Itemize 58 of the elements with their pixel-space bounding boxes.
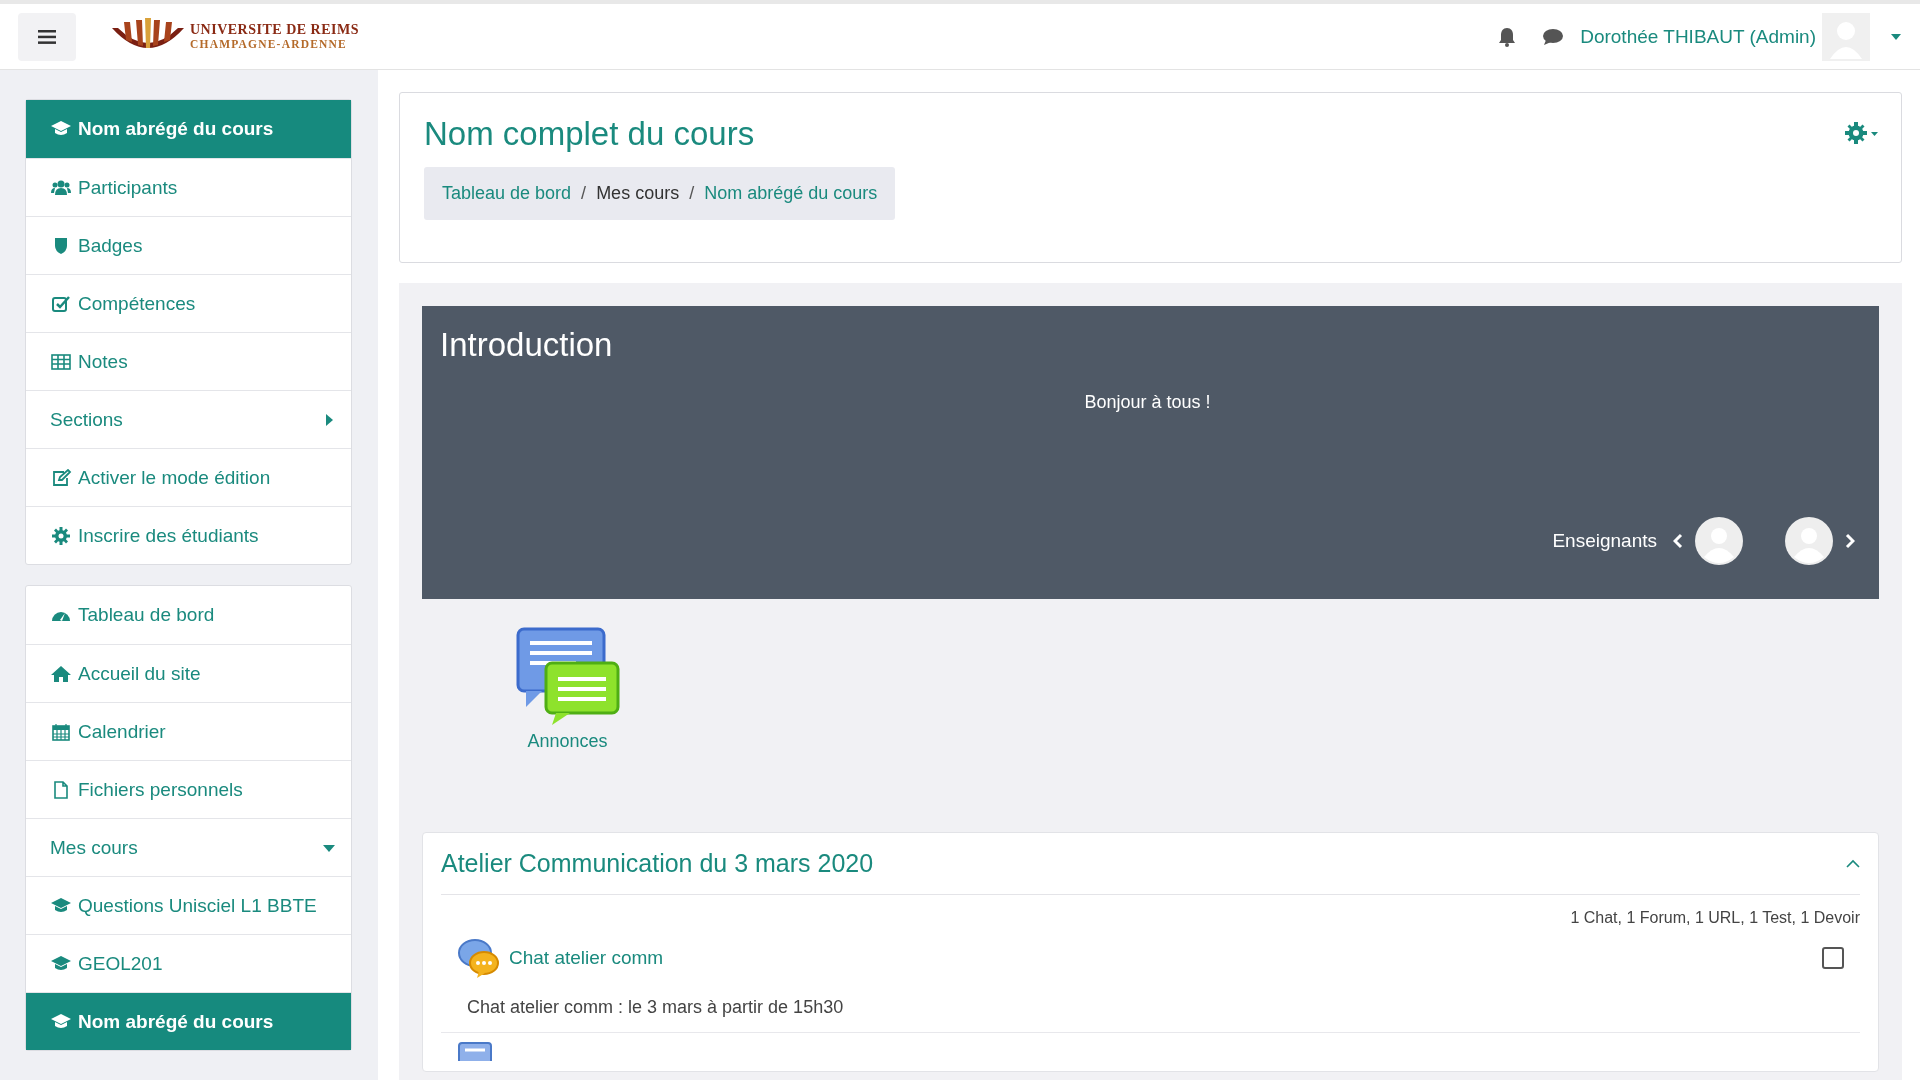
graduation-cap-icon <box>50 896 72 915</box>
speech-bubbles-icon[interactable] <box>515 627 620 727</box>
chat-bubbles-icon <box>457 937 501 979</box>
chevron-left-icon[interactable] <box>1673 533 1683 549</box>
sidebar-item[interactable]: Compétences <box>26 274 351 332</box>
announcements-link[interactable]: Annonces <box>527 731 608 752</box>
graduation-cap-icon <box>50 1012 72 1031</box>
breadcrumb-separator: / <box>689 183 695 204</box>
sidebar-item[interactable]: Nom abrégé du cours <box>26 992 351 1050</box>
sidebar-item[interactable]: Inscrire des étudiants <box>26 506 351 564</box>
table-icon <box>50 352 72 371</box>
sidebar-item[interactable]: Notes <box>26 332 351 390</box>
sidebar-item[interactable]: Questions Unisciel L1 BBTE <box>26 876 351 934</box>
course-title: Nom complet du cours <box>424 115 755 153</box>
sidebar-item[interactable]: Sections <box>26 390 351 448</box>
section-summary: 1 Chat, 1 Forum, 1 URL, 1 Test, 1 Devoir <box>441 894 1860 933</box>
checkbox-icon <box>50 294 72 313</box>
section-title[interactable]: Atelier Communication du 3 mars 2020 <box>441 849 874 878</box>
sidebar-item[interactable]: Nom abrégé du cours <box>26 100 351 158</box>
chevron-right-icon[interactable] <box>1845 533 1855 549</box>
gear-icon <box>1843 119 1879 146</box>
breadcrumb-link[interactable]: Tableau de bord <box>442 183 572 204</box>
calendar-icon <box>50 722 72 741</box>
sidebar-item[interactable]: Fichiers personnels <box>26 760 351 818</box>
users-icon <box>50 178 72 197</box>
section-title: Introduction <box>440 326 614 364</box>
graduation-cap-icon <box>50 120 72 138</box>
menu-button[interactable] <box>18 12 76 61</box>
sidebar-item[interactable]: Badges <box>26 216 351 274</box>
breadcrumb-separator: / <box>581 183 587 204</box>
activity-description: Chat atelier comm : le 3 mars à partir de 15h30 <box>467 997 845 1018</box>
teacher-avatar[interactable] <box>1695 517 1743 565</box>
caret-icon[interactable] <box>1890 32 1902 41</box>
sidebar-item[interactable]: Accueil du site <box>26 644 351 702</box>
bell-icon[interactable] <box>1498 26 1517 47</box>
teacher-avatar[interactable] <box>1785 517 1833 565</box>
teachers-label: Enseignants <box>1552 530 1657 552</box>
university-name: UNIVERSITE DE REIMS <box>190 23 359 38</box>
sidebar-item[interactable]: Mes cours <box>26 818 351 876</box>
sidebar-item[interactable]: Participants <box>26 158 351 216</box>
edit-icon <box>50 468 72 487</box>
sidebar-item[interactable]: Activer le mode édition <box>26 448 351 506</box>
breadcrumb-text: Mes cours <box>596 183 680 204</box>
welcome-message: Bonjour à tous ! <box>1083 392 1212 413</box>
activity-link[interactable]: Chat atelier comm <box>509 947 664 969</box>
graduation-cap-icon <box>50 954 72 973</box>
breadcrumb-link[interactable]: Nom abrégé du cours <box>704 183 878 204</box>
completion-checkbox[interactable] <box>1822 947 1844 969</box>
sidebar-item[interactable]: Tableau de bord <box>26 586 351 644</box>
gear-icon <box>50 526 72 545</box>
page-icon <box>457 1041 493 1061</box>
home-icon <box>50 664 72 683</box>
collapse-chevron-icon[interactable] <box>1846 858 1860 869</box>
user-name-link[interactable]: Dorothée THIBAUT (Admin) <box>1580 25 1816 48</box>
menu-icon <box>38 29 56 44</box>
chat-bubble-icon[interactable] <box>1542 27 1565 46</box>
sidebar-item[interactable]: Calendrier <box>26 702 351 760</box>
university-region: CHAMPAGNE-ARDENNE <box>190 37 348 50</box>
